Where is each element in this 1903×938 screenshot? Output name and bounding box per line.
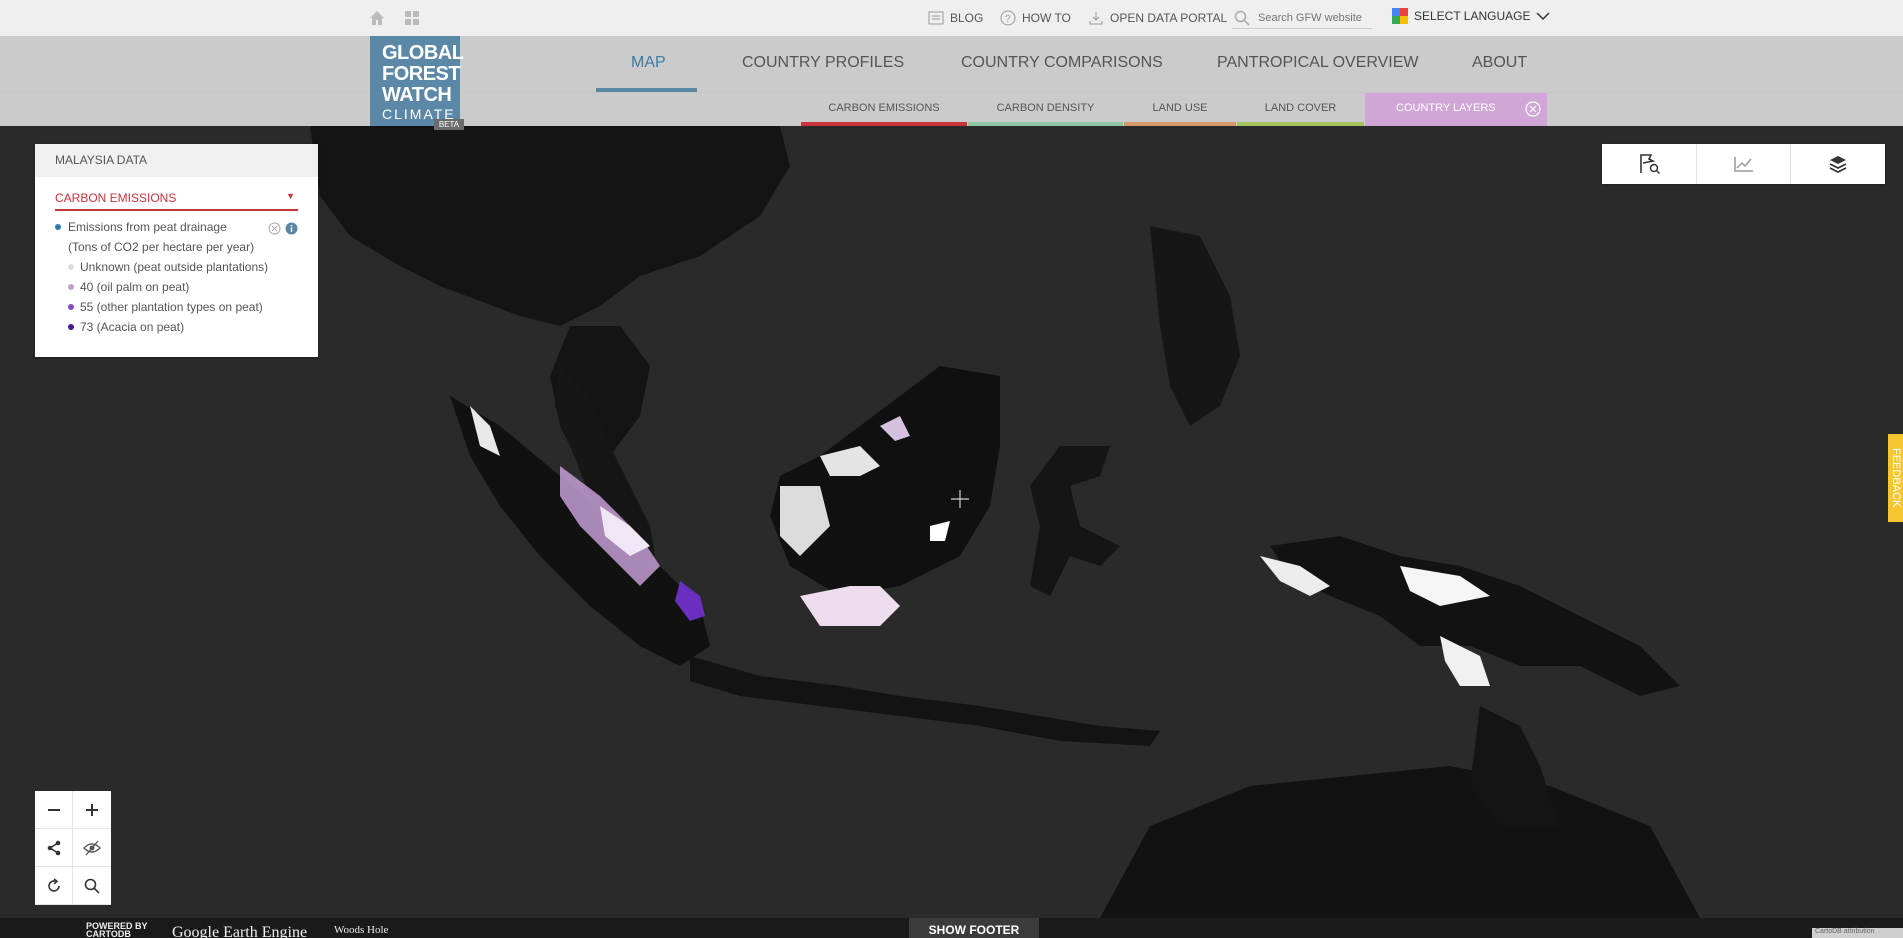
class-swatch <box>68 264 74 270</box>
legend-class-label: Unknown (peat outside plantations) <box>80 260 269 274</box>
tab-color-bar <box>1124 122 1236 126</box>
nav-map[interactable]: MAP <box>631 54 666 72</box>
zoom-in-icon <box>86 803 98 816</box>
logo-line-3: WATCH <box>382 84 452 106</box>
info-icon[interactable] <box>285 222 298 235</box>
tab-country-layers[interactable]: COUNTRY LAYERS <box>1365 93 1547 126</box>
chart-button[interactable] <box>1697 144 1792 184</box>
search-input[interactable] <box>1258 11 1368 24</box>
download-icon <box>1089 12 1103 25</box>
nav-pantropical-overview[interactable]: PANTROPICAL OVERVIEW <box>1217 54 1419 72</box>
blog-icon <box>928 11 944 25</box>
legend-unit: (Tons of CO2 per hectare per year) <box>35 237 318 257</box>
legend-panel: MALAYSIA DATA CARBON EMISSIONS ▼ Emissio… <box>35 144 318 357</box>
class-swatch <box>68 284 74 290</box>
country-search-icon <box>1640 154 1660 175</box>
language-selector[interactable]: SELECT LANGUAGE <box>1392 8 1551 24</box>
blog-link[interactable]: BLOG <box>928 8 983 28</box>
caret-down-icon: ▼ <box>286 191 295 201</box>
map-controls <box>35 791 111 905</box>
chart-icon <box>1733 157 1753 172</box>
legend-layer-row: Emissions from peat drainage <box>35 217 318 237</box>
tab-carbon-density-label: CARBON DENSITY <box>996 102 1095 114</box>
map-attribution[interactable]: CartoDB attribution <box>1812 928 1903 938</box>
legend-class-label: 40 (oil palm on peat) <box>80 280 190 294</box>
tab-land-use-label: LAND USE <box>1152 102 1208 114</box>
share-button[interactable] <box>35 829 73 867</box>
tab-carbon-emissions[interactable]: CARBON EMISSIONS <box>801 93 967 126</box>
logo-line-2: FOREST <box>382 63 461 85</box>
share-icon <box>47 840 60 855</box>
chevron-down-icon <box>1536 12 1551 21</box>
tab-country-layers-label: COUNTRY LAYERS <box>1396 102 1496 114</box>
site-search <box>1232 7 1372 29</box>
legend-class-label: 55 (other plantation types on peat) <box>80 300 263 314</box>
nav-active-indicator <box>596 88 697 92</box>
reset-button[interactable] <box>35 867 73 905</box>
apps-grid-icon[interactable] <box>404 10 420 26</box>
tab-carbon-emissions-label: CARBON EMISSIONS <box>828 102 940 114</box>
how-to-label: HOW TO <box>1022 11 1071 25</box>
feedback-tab[interactable]: FEEDBACK <box>1888 434 1903 522</box>
legend-class-row: 55 (other plantation types on peat) <box>35 297 318 317</box>
zoom-out-icon <box>47 808 60 811</box>
close-icon[interactable] <box>1525 101 1541 117</box>
nav-about[interactable]: ABOUT <box>1472 54 1527 72</box>
gfw-climate-logo[interactable]: GLOBAL FOREST WATCH CLIMATE <box>370 36 464 126</box>
show-footer-button[interactable]: SHOW FOOTER <box>909 918 1039 938</box>
zoom-in-button[interactable] <box>73 791 111 829</box>
legend-layer-name: Emissions from peat drainage <box>68 220 227 234</box>
tab-color-bar <box>801 122 967 126</box>
layers-icon <box>1829 156 1847 174</box>
google-earth-engine-credit: Google Earth Engine <box>172 924 308 938</box>
zoom-out-button[interactable] <box>35 791 73 829</box>
home-icon[interactable] <box>368 9 386 27</box>
legend-class-row: Unknown (peat outside plantations) <box>35 257 318 277</box>
nav-country-comparisons[interactable]: COUNTRY COMPARISONS <box>961 54 1163 72</box>
tab-color-bar <box>968 122 1123 126</box>
layers-button[interactable] <box>1791 144 1885 184</box>
blog-label: BLOG <box>950 11 984 25</box>
top-utility-bar: BLOG ? HOW TO OPEN DATA PORTAL SELECT LA… <box>0 0 1903 36</box>
legend-header: MALAYSIA DATA <box>35 144 318 177</box>
open-data-portal-link[interactable]: OPEN DATA PORTAL <box>1088 8 1227 28</box>
select-language-label: SELECT LANGUAGE <box>1414 9 1531 23</box>
help-icon: ? <box>1000 10 1016 26</box>
legend-class-row: 40 (oil palm on peat) <box>35 277 318 297</box>
tab-land-use[interactable]: LAND USE <box>1124 93 1236 126</box>
legend-class-row: 73 (Acacia on peat) <box>35 317 318 337</box>
legend-unit-label: (Tons of CO2 per hectare per year) <box>68 240 255 254</box>
class-swatch <box>68 304 74 310</box>
layer-dot <box>55 224 61 230</box>
carto-label: CARTODB <box>86 929 131 938</box>
search-icon <box>1234 10 1250 26</box>
legend-category-label: CARBON EMISSIONS <box>55 191 177 205</box>
woods-hole-credit: Woods Hole <box>334 924 389 936</box>
search-icon <box>84 878 100 894</box>
map-search-button[interactable] <box>73 867 111 905</box>
logo-line-1: GLOBAL <box>382 42 464 64</box>
hide-overlays-button[interactable] <box>73 829 111 867</box>
reset-icon <box>47 877 60 892</box>
legend-layer-controls <box>268 222 298 235</box>
cartodb-credit: POWERED BY CARTODB <box>86 922 148 938</box>
svg-text:?: ? <box>1005 14 1011 25</box>
remove-layer-icon[interactable] <box>268 222 281 235</box>
country-search-button[interactable] <box>1602 144 1697 184</box>
nav-country-profiles[interactable]: COUNTRY PROFILES <box>742 54 904 72</box>
hide-icon <box>83 840 101 855</box>
tab-color-bar <box>1237 122 1364 126</box>
tab-carbon-density[interactable]: CARBON DENSITY <box>968 93 1123 126</box>
legend-category[interactable]: CARBON EMISSIONS ▼ <box>55 191 298 211</box>
class-swatch <box>68 324 74 330</box>
beta-badge: BETA <box>434 119 464 130</box>
map-tools <box>1602 144 1885 184</box>
legend-class-label: 73 (Acacia on peat) <box>80 320 185 334</box>
how-to-link[interactable]: ? HOW TO <box>1000 8 1071 28</box>
tab-land-cover-label: LAND COVER <box>1264 102 1337 114</box>
tab-land-cover[interactable]: LAND COVER <box>1237 93 1364 126</box>
google-translate-icon <box>1392 8 1408 24</box>
open-data-portal-label: OPEN DATA PORTAL <box>1110 11 1228 25</box>
